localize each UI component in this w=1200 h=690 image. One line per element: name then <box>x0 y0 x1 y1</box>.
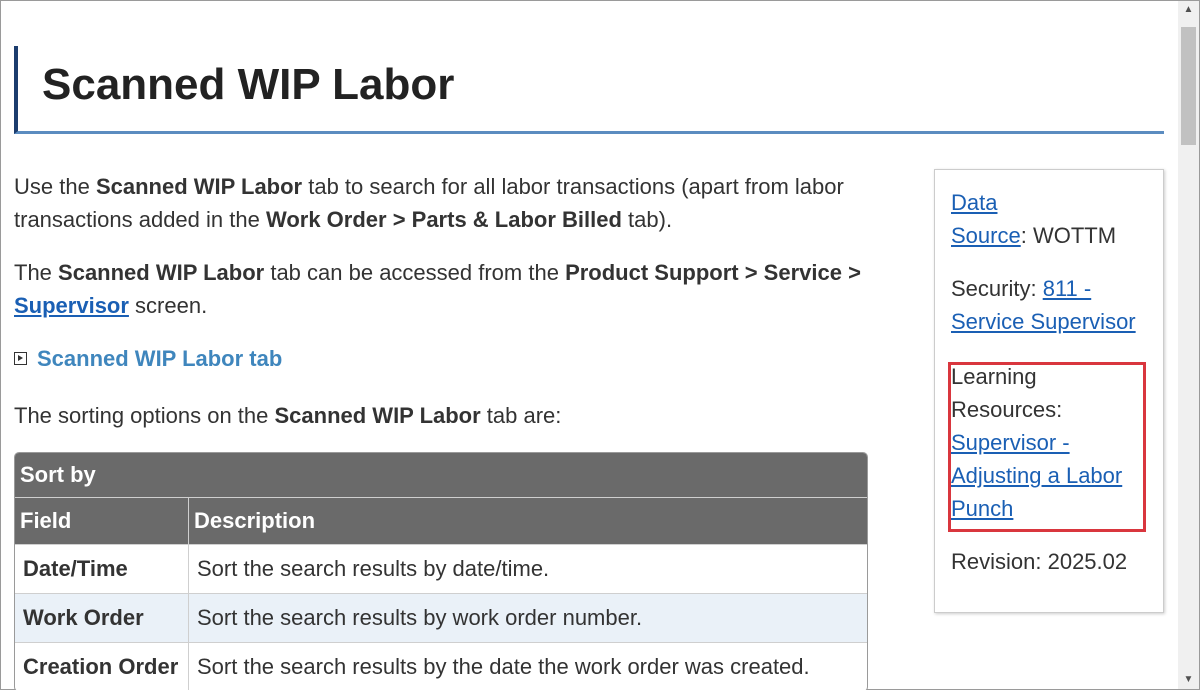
info-sidebar: Data Source: WOTTM Security: 811 - Service… <box>934 169 1164 613</box>
description-cell: Sort the search results by date/time. <box>188 544 867 594</box>
table-row: Work Order Sort the search results by wo… <box>15 593 867 643</box>
table-row: Creation Order Sort the search results b… <box>15 642 867 690</box>
highlight-box <box>948 362 1146 532</box>
description-cell: Sort the search results by work order nu… <box>188 593 867 643</box>
bold-text: Work Order > Parts & Labor Billed <box>265 207 622 232</box>
intro-paragraph-1: Use the Scanned WIP Labor tab to search … <box>14 170 874 236</box>
field-cell: Creation Order <box>15 642 189 690</box>
sort-options-table: Field Description Date/Time Sort the sea… <box>15 498 867 690</box>
title-block: Scanned WIP Labor <box>14 46 1164 134</box>
text: tab can be accessed from the <box>264 260 566 285</box>
page-title: Scanned WIP Labor <box>42 60 455 109</box>
table-caption: Sort by <box>15 453 867 498</box>
chevron-down-icon[interactable]: ▼ <box>1178 671 1199 689</box>
intro-paragraph-2: The Scanned WIP Labor tab can be accesse… <box>14 256 874 322</box>
text: The sorting options on the <box>14 403 275 428</box>
bold-text: Scanned WIP Labor <box>274 403 481 428</box>
supervisor-link[interactable]: Supervisor <box>14 293 129 318</box>
text: tab). <box>621 207 673 232</box>
scanned-wip-labor-tab-toggle[interactable]: Scanned WIP Labor tab <box>14 342 282 375</box>
link-text: Data <box>951 190 998 215</box>
description-cell: Sort the search results by the date the … <box>188 642 867 690</box>
bold-text: Scanned WIP Labor <box>95 174 303 199</box>
toggle-link[interactable]: Scanned WIP Labor tab <box>37 342 282 375</box>
text: screen. <box>128 293 208 318</box>
bold-text: Product Support > Service > <box>565 260 861 285</box>
table-header-row: Field Description <box>15 498 867 545</box>
revision: Revision: 2025.02 <box>951 549 1128 574</box>
scroll-thumb[interactable] <box>1181 27 1196 145</box>
column-header-field: Field <box>15 498 189 545</box>
text: Use the <box>14 174 96 199</box>
security: Security: 811 - Service Supervisor <box>951 272 1156 338</box>
link-text: 811 - <box>1042 276 1092 301</box>
text: tab are: <box>480 403 562 428</box>
column-header-description: Description <box>188 498 867 545</box>
page-content: Scanned WIP Labor Use the Scanned WIP La… <box>0 0 1178 690</box>
expand-triangle-icon[interactable] <box>14 352 27 365</box>
data-source-value: : WOTTM <box>1020 223 1117 248</box>
table-row: Date/Time Sort the search results by dat… <box>15 544 867 594</box>
field-cell: Work Order <box>15 593 189 643</box>
security-label: Security: <box>951 276 1043 301</box>
link-text: Source <box>951 223 1021 248</box>
data-source: Data Source: WOTTM <box>951 186 1156 252</box>
bold-text: Scanned WIP Labor <box>58 260 265 285</box>
data-source-link[interactable]: Data Source <box>951 190 1021 248</box>
field-cell: Date/Time <box>15 544 189 594</box>
chevron-up-icon[interactable]: ▲ <box>1178 1 1199 19</box>
sorting-intro: The sorting options on the Scanned WIP L… <box>14 399 561 432</box>
text: The <box>14 260 59 285</box>
vertical-scrollbar[interactable]: ▲ ▼ <box>1178 1 1199 689</box>
sort-table: Sort by Field Description Date/Time Sort… <box>14 452 868 690</box>
link-text: Service Supervisor <box>951 309 1136 334</box>
